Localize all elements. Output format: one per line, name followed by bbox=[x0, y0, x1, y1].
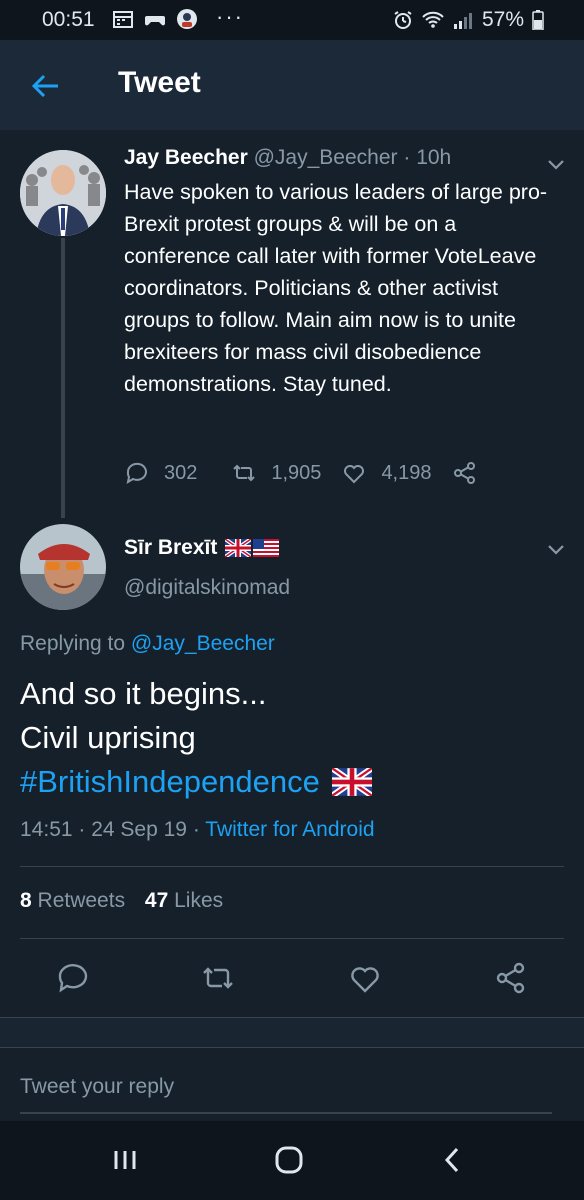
tweet1-author-name[interactable]: Jay Beecher bbox=[124, 146, 248, 169]
divider bbox=[20, 866, 564, 867]
tweet1-retweet-count: 1,905 bbox=[271, 461, 322, 484]
tweet2-client-link[interactable]: Twitter for Android bbox=[205, 818, 374, 841]
heart-icon[interactable] bbox=[347, 960, 383, 996]
home-icon[interactable] bbox=[272, 1145, 306, 1175]
tweet1-share-button[interactable] bbox=[452, 460, 478, 486]
uk-flag-icon bbox=[225, 539, 252, 557]
likes-stat[interactable]: 47 Likes bbox=[145, 889, 223, 912]
status-bar: 00:51 ··· 57% bbox=[0, 0, 584, 40]
calendar-icon bbox=[113, 11, 133, 28]
top-app-bar: Tweet bbox=[0, 40, 584, 130]
gamepad-icon bbox=[145, 16, 165, 26]
reply-icon bbox=[126, 462, 147, 485]
signal-icon bbox=[453, 13, 472, 29]
tweet1-like-count: 4,198 bbox=[381, 461, 432, 484]
tweet2-handle[interactable]: @digitalskinomad bbox=[124, 576, 290, 600]
heart-icon bbox=[344, 465, 365, 484]
retweet-icon[interactable] bbox=[200, 960, 236, 996]
tweet1-reply-button[interactable]: 302 bbox=[124, 460, 197, 486]
more-notifications-icon: ··· bbox=[216, 4, 244, 29]
reply-input[interactable] bbox=[20, 1070, 552, 1114]
tweet1-like-button[interactable]: 4,198 bbox=[341, 460, 432, 486]
back-icon[interactable] bbox=[436, 1145, 470, 1175]
likes-count: 47 bbox=[144, 889, 169, 912]
tweet2-meta: 14:51 · 24 Sep 19 · Twitter for Android bbox=[20, 818, 375, 842]
reply-icon[interactable] bbox=[55, 960, 91, 996]
tweet1-actions: 302 1,905 4,198 bbox=[124, 456, 478, 490]
us-flag-icon bbox=[253, 539, 280, 557]
likes-label: Likes bbox=[174, 889, 224, 912]
share-icon bbox=[453, 462, 475, 484]
recent-apps-icon[interactable] bbox=[108, 1145, 142, 1175]
tweet2-author-name: Sīr Brexīt bbox=[124, 536, 218, 559]
reply-composer bbox=[0, 1047, 584, 1121]
wifi-icon bbox=[422, 11, 444, 28]
thread-connector bbox=[61, 238, 65, 518]
retweets-count: 8 bbox=[20, 889, 32, 912]
tweet2-author[interactable]: Sīr Brexīt bbox=[124, 536, 280, 560]
tweet1-header: Jay Beecher @Jay_Beecher · 10h bbox=[124, 146, 451, 170]
page-title: Tweet bbox=[118, 66, 201, 99]
back-arrow-icon[interactable] bbox=[28, 68, 64, 104]
avatar-image bbox=[20, 150, 106, 236]
tweet1-reply-count: 302 bbox=[164, 461, 198, 484]
retweets-label: Retweets bbox=[37, 889, 126, 912]
section-divider bbox=[0, 1017, 584, 1047]
tweet2-stats: 8 Retweets 47 Likes bbox=[20, 889, 223, 913]
meta-separator: · bbox=[72, 818, 92, 841]
tweet1-time[interactable]: 10h bbox=[416, 146, 451, 169]
avatar-image bbox=[20, 524, 106, 610]
battery-icon bbox=[532, 10, 544, 30]
status-time: 00:51 bbox=[42, 8, 95, 31]
system-icons: 57% bbox=[392, 8, 544, 32]
tweet2-date: 24 Sep 19 bbox=[91, 818, 187, 841]
system-nav-bar bbox=[0, 1121, 584, 1200]
retweet-icon bbox=[233, 464, 256, 482]
meta-separator: · bbox=[187, 818, 206, 841]
app-avatar-icon bbox=[177, 9, 197, 29]
divider bbox=[20, 938, 564, 939]
replying-to: Replying to @Jay_Beecher bbox=[20, 632, 275, 656]
notification-icons bbox=[112, 8, 198, 30]
share-icon[interactable] bbox=[493, 960, 529, 996]
tweet1-handle[interactable]: @Jay_Beecher bbox=[254, 146, 398, 169]
alarm-icon bbox=[394, 11, 412, 29]
battery-percent: 57% bbox=[481, 8, 524, 31]
tweet2-line1: And so it begins... bbox=[20, 676, 267, 711]
replying-prefix: Replying to bbox=[20, 632, 131, 655]
tweet2-text: And so it begins... Civil uprising #Brit… bbox=[20, 672, 372, 804]
replying-to-link[interactable]: @Jay_Beecher bbox=[131, 632, 275, 655]
tweet1-chevron-down-icon[interactable] bbox=[544, 152, 568, 176]
retweets-stat[interactable]: 8 Retweets bbox=[20, 889, 125, 912]
tweet1-retweet-button[interactable]: 1,905 bbox=[231, 460, 321, 486]
tweet1-separator: · bbox=[397, 146, 417, 169]
tweet2-actions bbox=[0, 960, 584, 996]
jay-beecher-avatar[interactable] bbox=[20, 150, 106, 236]
uk-flag-emoji-icon bbox=[331, 768, 372, 796]
sir-brexit-avatar[interactable] bbox=[20, 524, 106, 610]
tweet1-text: Have spoken to various leaders of large … bbox=[124, 180, 548, 396]
hashtag-link[interactable]: #BritishIndependence bbox=[20, 760, 320, 804]
tweet2-chevron-down-icon[interactable] bbox=[544, 537, 568, 561]
tweet2-line2: Civil uprising bbox=[20, 720, 196, 755]
tweet2-time: 14:51 bbox=[20, 818, 73, 841]
